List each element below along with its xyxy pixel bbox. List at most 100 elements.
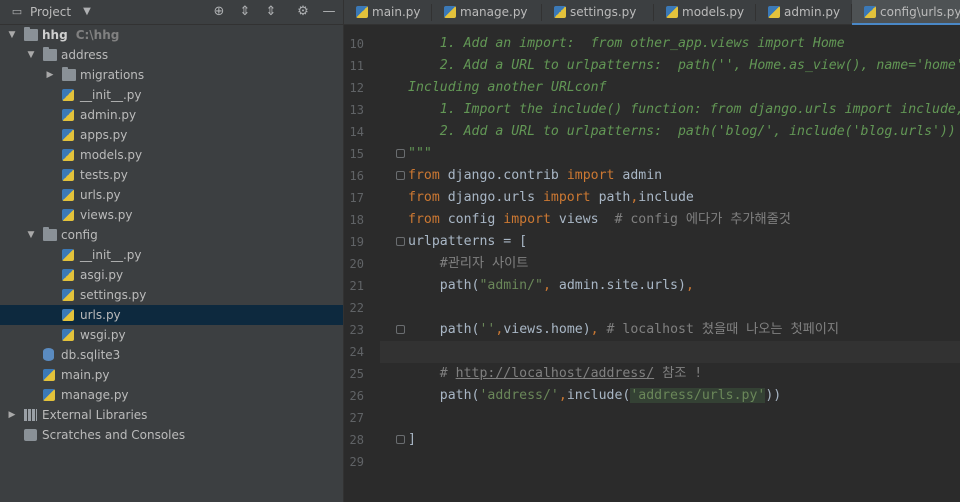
tree-item[interactable]: urls.py — [0, 185, 343, 205]
code-line: 1. Import the include() function: from d… — [408, 102, 960, 117]
project-view-selector[interactable]: Project — [30, 5, 71, 19]
line-number: 21 — [349, 279, 364, 293]
code-token: 참조 ! — [654, 366, 703, 381]
tree-item[interactable]: db.sqlite3 — [0, 345, 343, 365]
code-token: include — [638, 190, 694, 205]
tree-item[interactable]: settings.py — [0, 285, 343, 305]
tab-main[interactable]: main.py — [344, 0, 421, 25]
tree-item-label: views.py — [80, 208, 133, 222]
locate-file-icon[interactable]: ⊕ — [210, 3, 228, 21]
line-number: 15 — [349, 147, 364, 161]
code-token: include( — [566, 388, 631, 403]
tree-item[interactable]: ▶ migrations — [0, 65, 343, 85]
code-line: ] — [408, 429, 416, 451]
code-token: '' — [479, 322, 496, 337]
chevron-down-icon[interactable]: ▼ — [6, 25, 18, 45]
tab-models[interactable]: models.py — [654, 0, 744, 25]
code-token: )) — [765, 388, 782, 403]
line-number: 16 — [349, 169, 364, 183]
code-token: http://localhost/address/ — [455, 366, 655, 381]
tree-item-label: address — [61, 48, 109, 62]
hide-panel-icon[interactable]: — — [320, 3, 338, 21]
scratches-icon — [24, 429, 37, 441]
code-editor[interactable]: main.py manage.py settings.py models.py admi… — [344, 0, 960, 502]
project-panel: ▭ Project ▼ ⊕ ⇕ ⇕ ⚙ — ▼ hhg C:\hhg ▼ address… — [0, 0, 343, 502]
tree-item-label: migrations — [80, 68, 145, 82]
tree-item[interactable]: wsgi.py — [0, 325, 343, 345]
line-number: 14 — [349, 125, 364, 139]
code-line: path('',views.home), # localhost 쳤을때 나오는… — [408, 319, 839, 341]
tab-separator — [431, 4, 432, 21]
fold-marker-icon[interactable] — [396, 171, 405, 180]
tree-item[interactable]: tests.py — [0, 165, 343, 185]
python-file-icon — [768, 6, 780, 18]
code-line: 2. Add a URL to urlpatterns: path('blog/… — [408, 124, 956, 139]
gear-icon[interactable]: ⚙ — [294, 3, 312, 21]
tree-item[interactable]: ▼ hhg C:\hhg — [0, 25, 343, 45]
tree-item[interactable]: __init__.py — [0, 245, 343, 265]
tree-item[interactable]: admin.py — [0, 105, 343, 125]
tab-config-urls[interactable]: config\urls.py — [852, 0, 960, 25]
tab-separator — [653, 4, 654, 21]
tree-item-label: Scratches and Consoles — [42, 428, 186, 442]
code-token: , — [558, 388, 567, 403]
code-token: from — [408, 190, 440, 205]
project-view-icon[interactable]: ▭ — [8, 3, 26, 21]
tree-item-label: urls.py — [80, 308, 121, 322]
python-file-icon — [43, 389, 55, 401]
python-file-icon — [62, 209, 74, 221]
tree-item[interactable]: __init__.py — [0, 85, 343, 105]
tab-label: models.py — [682, 5, 745, 19]
code-token: admin.site.urls) — [550, 278, 686, 293]
expand-all-icon[interactable]: ⇕ — [262, 3, 280, 21]
tab-admin[interactable]: admin.py — [756, 0, 840, 25]
tab-manage[interactable]: manage.py — [432, 0, 528, 25]
tree-item-label: __init__.py — [80, 88, 142, 102]
tree-item[interactable]: apps.py — [0, 125, 343, 145]
code-line: path("admin/", admin.site.urls), — [408, 275, 694, 297]
code-line: urlpatterns = [ — [408, 231, 527, 253]
line-number: 19 — [349, 235, 364, 249]
tree-item[interactable]: main.py — [0, 365, 343, 385]
tree-item-label: __init__.py — [80, 248, 142, 262]
tree-item[interactable]: models.py — [0, 145, 343, 165]
code-token: 'address/urls.py' — [630, 388, 766, 403]
tree-item-label: wsgi.py — [80, 328, 126, 342]
tree-item[interactable]: Scratches and Consoles — [0, 425, 343, 445]
fold-marker-icon[interactable] — [396, 435, 405, 444]
python-file-icon — [62, 89, 74, 101]
folder-icon — [43, 227, 57, 241]
tree-item[interactable]: urls.py — [0, 305, 343, 325]
chevron-down-icon[interactable]: ▼ — [25, 45, 37, 65]
code-token: , — [543, 278, 551, 293]
tree-item[interactable]: ▶ External Libraries — [0, 405, 343, 425]
fold-marker-icon[interactable] — [396, 237, 405, 246]
collapse-all-icon[interactable]: ⇕ — [236, 3, 254, 21]
tree-item[interactable]: manage.py — [0, 385, 343, 405]
line-number: 10 — [349, 37, 364, 51]
chevron-right-icon[interactable]: ▶ — [6, 405, 18, 425]
python-file-icon — [62, 309, 74, 321]
line-number: 12 — [349, 81, 364, 95]
chevron-down-icon[interactable]: ▼ — [25, 225, 37, 245]
tree-item-label: asgi.py — [80, 268, 124, 282]
tree-item[interactable]: asgi.py — [0, 265, 343, 285]
chevron-right-icon[interactable]: ▶ — [44, 65, 56, 85]
tree-item-label: manage.py — [61, 388, 129, 402]
tab-settings[interactable]: settings.py — [542, 0, 636, 25]
tree-item[interactable]: ▼ address — [0, 45, 343, 65]
code-token: urlpatterns = [ — [408, 234, 528, 249]
line-number: 22 — [349, 301, 364, 315]
code-line: 1. Add an import: from other_app.views i… — [408, 36, 845, 51]
python-file-icon — [62, 249, 74, 261]
fold-marker-icon[interactable] — [396, 149, 405, 158]
python-file-icon — [554, 6, 566, 18]
code-line: from django.urls import path,include — [408, 187, 694, 209]
code-area[interactable]: 1. Add an import: from other_app.views i… — [408, 25, 960, 502]
tree-item[interactable]: ▼ config — [0, 225, 343, 245]
code-token: # localhost 쳤을때 나오는 첫페이지 — [598, 322, 840, 337]
chevron-down-icon[interactable]: ▼ — [78, 3, 96, 21]
tree-item[interactable]: views.py — [0, 205, 343, 225]
python-file-icon — [62, 329, 74, 341]
fold-marker-icon[interactable] — [396, 325, 405, 334]
